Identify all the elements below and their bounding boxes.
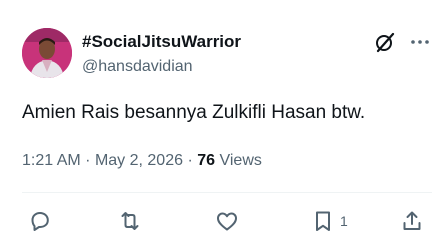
author-avatar[interactable] [22,28,72,78]
bookmark-icon [316,211,330,231]
reply-icon [31,212,49,231]
grok-icon[interactable] [373,30,397,54]
views-count: 76 [197,152,216,169]
repost-button[interactable] [118,208,142,234]
author-handle[interactable]: @hansdavidian [82,58,193,76]
author-name[interactable]: #SocialJitsuWarrior [82,32,241,52]
share-button[interactable] [400,208,424,234]
more-options-icon[interactable] [408,30,432,54]
reply-button[interactable] [28,208,52,234]
tweet-date[interactable]: May 2, 2026 [95,152,183,169]
share-icon [403,211,421,230]
meta-separator: · [187,152,193,169]
repost-icon [121,212,139,230]
divider [22,192,432,193]
views-label: Views [219,152,262,169]
meta-separator: · [85,152,91,169]
bookmark-count: 1 [340,213,348,229]
tweet-text: Amien Rais besannya Zulkifli Hasan btw. [22,102,366,123]
tweet-time[interactable]: 1:21 AM [22,152,81,169]
like-button[interactable] [215,208,239,234]
bookmark-button[interactable]: 1 [311,208,348,234]
heart-icon [217,212,237,231]
avatar-image [22,28,72,78]
tweet-meta: 1:21 AM · May 2, 2026 · 76 Views [22,152,262,170]
